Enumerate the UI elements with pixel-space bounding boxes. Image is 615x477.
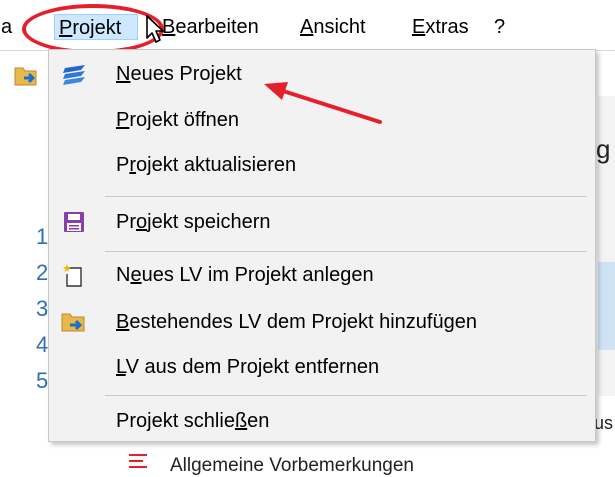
menu-label: xtras [425,16,469,38]
mouse-cursor-icon [145,14,167,49]
menu-item-label: Neues Projekt [116,62,242,86]
menu-label: nsicht [313,16,366,38]
background-selected-row [598,262,615,350]
label-mnemonic: ß [234,410,248,432]
menu-item-lv-entfernen[interactable]: LV aus dem Projekt entfernen [49,346,595,388]
background-number: 3 [36,296,49,321]
menu-item-ansicht[interactable]: Ansicht [296,14,370,40]
label-mnemonic: N [116,63,131,85]
menu-item-label: Projekt schließen [116,409,269,433]
menu-item-neues-lv-anlegen[interactable]: Neues LV im Projekt anlegen [49,254,595,296]
label-part: P [116,154,130,176]
menu-separator [105,251,587,252]
menu-item-label: Projekt speichern [116,210,271,234]
list-icon [127,452,149,475]
menu-label: earbeiten [175,16,259,38]
label-part: ojekt aktualisieren [136,154,297,176]
label-mnemonic: P [116,109,130,131]
menu-item-projekt-speichern[interactable]: Projekt speichern [49,201,595,243]
menu-item-label: Bestehendes LV dem Projekt hinzufügen [116,310,477,334]
folder-add-icon [61,309,87,335]
menu-separator [105,395,587,396]
label-mnemonic: e [130,264,142,286]
tree-item-label[interactable]: Allgemeine Vorbemerkungen [170,455,414,477]
label-part: en [247,410,270,432]
menu-item-label: Projekt aktualisieren [116,153,296,177]
background-number: 4 [36,332,49,357]
menu-item-projekt-aktualisieren[interactable]: Projekt aktualisieren [49,144,595,186]
folder-open-icon[interactable] [14,64,40,93]
label-part: ues LV im Projekt anlegen [141,264,374,286]
label-mnemonic: B [116,311,130,333]
new-document-icon [61,262,87,288]
menu-item-bearbeiten[interactable]: Bearbeiten [158,14,263,40]
label-mnemonic: o [136,211,148,233]
label-mnemonic: L [116,356,126,378]
background-number: 2 [36,260,49,285]
menu-mnemonic: E [412,16,426,38]
menu-item-label: LV aus dem Projekt entfernen [116,355,379,379]
label-part: estehendes LV dem Projekt hinzufügen [129,311,477,333]
label-part: N [116,264,131,286]
menu-item-extras[interactable]: Extras [408,14,473,40]
layers-icon [61,61,87,87]
red-arrow-annotation [258,70,388,135]
background-text-fragment: us [594,413,614,433]
label-part: Pr [116,211,136,233]
menu-item-partial[interactable]: a [0,14,16,40]
label-part: jekt speichern [147,211,271,233]
background-number: 5 [36,368,49,393]
menu-separator [105,196,587,197]
label-mnemonic: r [129,154,137,176]
highlight-ellipse-annotation [22,4,164,54]
save-icon [61,209,87,235]
background-text-fragment: g [596,134,611,164]
menu-item-bestehendes-lv-hinzufuegen[interactable]: Bestehendes LV dem Projekt hinzufügen [49,301,595,343]
menu-item-projekt-schliessen[interactable]: Projekt schließen [49,400,595,442]
label-part: eues Projekt [130,63,242,85]
label-part: rojekt öffnen [129,109,240,131]
label-part: Projekt schlie [116,410,235,432]
menu-item-help[interactable]: ? [490,14,509,40]
label-part: V aus dem Projekt entfernen [125,356,380,378]
menu-mnemonic: A [300,16,314,38]
background-number: 1 [36,224,49,249]
menu-item-label: Projekt öffnen [116,108,239,132]
menu-item-label: Neues LV im Projekt anlegen [116,263,374,287]
